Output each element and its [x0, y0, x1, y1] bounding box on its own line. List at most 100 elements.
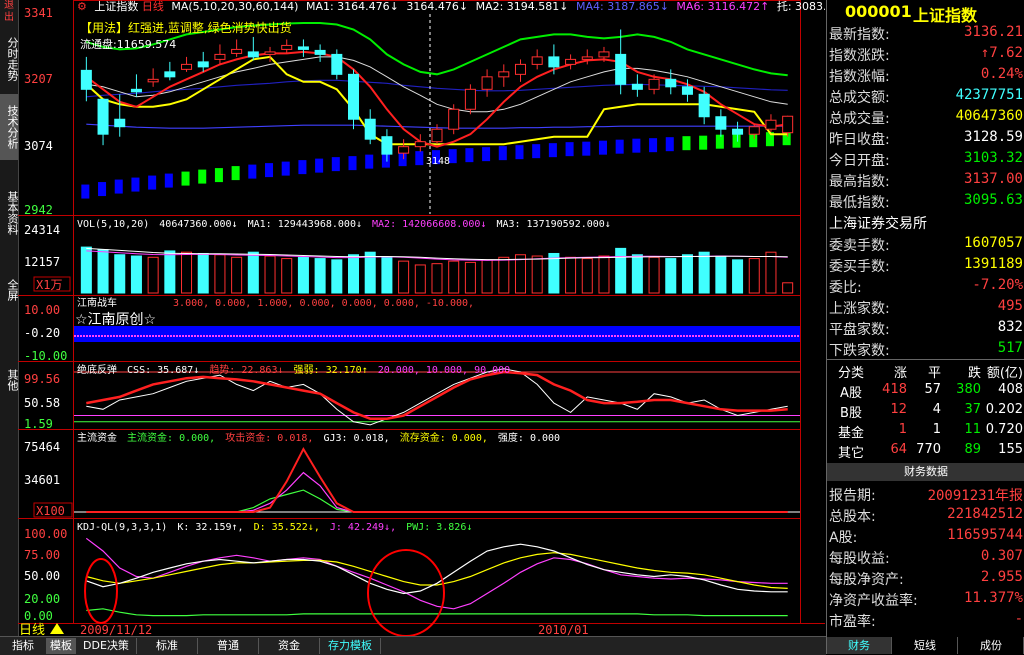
- kdj-tick: 100.00: [24, 527, 67, 541]
- table-cell: 408: [998, 382, 1023, 397]
- volume-bar: [314, 258, 326, 294]
- quote-row: 总股本: 221842512: [827, 504, 1024, 525]
- vol-ma1: MA1: 129443968.000↓: [248, 219, 362, 230]
- candle-body: [314, 49, 326, 55]
- fin-title: 财务数据: [827, 463, 1024, 481]
- table-cell: 其它: [837, 446, 864, 461]
- triangle-up-icon[interactable]: [50, 623, 64, 634]
- volume-bar: [565, 256, 577, 294]
- trend-block: [348, 156, 357, 171]
- candle-body: [231, 48, 243, 54]
- volume-bar: [531, 255, 543, 294]
- quote-row: 总成交量: 40647360: [827, 106, 1024, 127]
- zl-axis: 75464 34601 X100: [24, 440, 73, 518]
- quote-row-value: 495: [997, 298, 1023, 314]
- quote-row-label: 今日开盘:: [829, 153, 890, 169]
- jdfd-tick: 99.56: [24, 372, 60, 386]
- jdfd-axis: 99.56 50.58 1.59: [24, 372, 60, 431]
- trend-block: [114, 179, 123, 194]
- table-cell: 0.202: [985, 402, 1023, 417]
- vol-unit: X1万: [36, 278, 62, 292]
- trend-block: [582, 141, 591, 156]
- zl-header: 主流资金 主流资金: 0.000, 攻击资金: 0.018, GJ3: 0.01…: [77, 431, 560, 444]
- chart-area[interactable]: 3148 ⚙ 上证指数 日线 MA(5,10,20,30,60,144) MA1…: [18, 0, 825, 636]
- tab-intraday[interactable]: 分时走势: [0, 26, 19, 92]
- tab-indicator[interactable]: 指标: [0, 638, 47, 654]
- tab-other[interactable]: 其他: [0, 360, 19, 400]
- quote-row-label: 净资产收益率:: [829, 593, 918, 609]
- volume-bar: [448, 260, 460, 294]
- candle-body: [765, 119, 777, 130]
- candle-body: [681, 86, 693, 95]
- settings-icon[interactable]: ⚙: [77, 0, 87, 13]
- volume-bar: [231, 256, 243, 294]
- jn-title: 江南战车: [77, 296, 117, 309]
- candle-body: [147, 78, 159, 83]
- candle-body: [631, 83, 643, 90]
- watchlist-label[interactable]: 自选股: [180, 38, 213, 51]
- tab-components[interactable]: 成份: [959, 637, 1024, 654]
- zl-tick: 75464: [24, 440, 60, 454]
- quote-row: 上涨家数: 495: [827, 296, 1024, 317]
- quote-row: 最新指数: 3136.21: [827, 22, 1024, 43]
- trend-block: [181, 171, 190, 186]
- table-header-cell: 额(亿): [986, 366, 1023, 381]
- quote-row-label: 委卖手数:: [829, 238, 890, 254]
- tab-standard[interactable]: 标准: [137, 638, 198, 654]
- jdfd-trend-line: [86, 370, 788, 420]
- tab-fundamentals[interactable]: 基本资料: [0, 180, 19, 246]
- volume-bar: [464, 261, 476, 294]
- table-cell: 89: [964, 442, 981, 457]
- quote-row: 总成交额: 42377751: [827, 85, 1024, 106]
- quote-row-value: 0.307: [980, 548, 1023, 564]
- candle-body: [648, 78, 660, 90]
- quote-row-value: -7.20%: [972, 277, 1023, 293]
- volume-bar: [247, 251, 259, 294]
- quote-row-value: 11.377%: [963, 590, 1023, 606]
- volume-header: VOL(5,10,20) 40647360.000↓ MA1: 12944396…: [77, 219, 611, 230]
- float-shares-value: 流通盘:11659.574: [80, 37, 176, 51]
- table-cell: 64: [890, 442, 907, 457]
- candle-body: [748, 126, 760, 135]
- exit-button[interactable]: 退出: [0, 0, 18, 24]
- candle-body: [181, 63, 193, 70]
- tab-technical[interactable]: 技术分析: [0, 94, 19, 160]
- trend-block: [665, 137, 674, 152]
- volume-bar: [681, 254, 693, 294]
- stock-code: 000001: [845, 2, 912, 21]
- tab-short-term[interactable]: 短线: [893, 637, 958, 654]
- quote-row-value: 2.955: [980, 569, 1023, 585]
- trend-block: [482, 147, 491, 162]
- quote-row-label: 每股净资产:: [829, 572, 904, 588]
- quote-row-value: 3137.00: [963, 171, 1023, 187]
- volume-bar: [348, 254, 360, 294]
- table-cell: B股: [840, 406, 862, 421]
- jdfd-levels: 20.000, 10.000, 90.000: [378, 365, 510, 376]
- volume-bar: [214, 254, 226, 294]
- quote-row: 市盈率: -: [827, 609, 1024, 630]
- volume-bar: [114, 254, 126, 294]
- zl-lines-layer: [74, 446, 800, 513]
- candle-body: [114, 118, 126, 128]
- tab-finance[interactable]: 财务: [827, 637, 892, 654]
- tab-cunli-template[interactable]: 存力模板: [320, 638, 381, 654]
- volume-bar: [765, 251, 777, 294]
- volume-bar: [548, 252, 560, 294]
- tab-template[interactable]: 模板: [47, 638, 76, 654]
- tab-dde[interactable]: DDE决策: [76, 638, 137, 654]
- volume-bar: [264, 255, 276, 294]
- tab-normal[interactable]: 普通: [198, 638, 259, 654]
- period-indicator[interactable]: 日线: [19, 623, 45, 636]
- trend-block: [749, 133, 758, 148]
- vol-value: 40647360.000↓: [159, 219, 237, 230]
- jdfd-lines-layer: [74, 368, 800, 426]
- quote-row-label: 下跌家数:: [829, 343, 890, 359]
- trend-block: [298, 160, 307, 175]
- quote-row-value: 3095.63: [963, 192, 1023, 208]
- trend-block: [565, 142, 574, 157]
- table-cell: 0.720: [985, 422, 1023, 437]
- trend-block: [615, 139, 624, 154]
- tab-fullscreen[interactable]: 全屏: [0, 270, 19, 310]
- candle-body: [698, 93, 710, 118]
- tab-capital[interactable]: 资金: [259, 638, 320, 654]
